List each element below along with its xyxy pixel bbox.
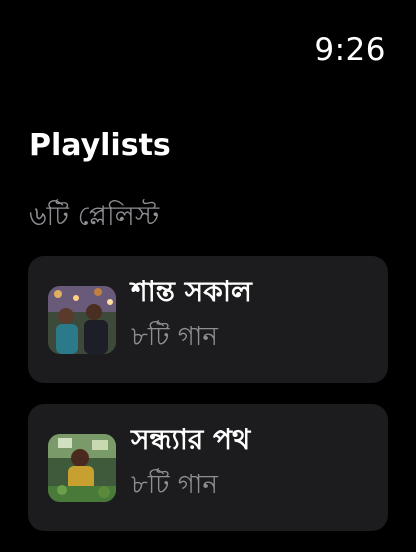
playlist-item[interactable]: শান্ত সকাল ৮টি গান bbox=[28, 256, 388, 383]
playlist-song-count: ৮টি গান bbox=[131, 321, 218, 352]
playlist-artwork bbox=[48, 285, 116, 354]
playlist-song-count: ৮টি গান bbox=[131, 469, 218, 500]
playlist-list: শান্ত সকাল ৮টি গান সন্ধ্যার পথ ৮টি গান bbox=[28, 256, 388, 552]
playlist-artwork bbox=[48, 433, 116, 502]
playlist-title: সন্ধ্যার পথ bbox=[131, 422, 251, 456]
playlist-item[interactable]: সন্ধ্যার পথ ৮টি গান bbox=[28, 404, 388, 531]
status-time: 9:26 bbox=[314, 32, 386, 68]
page-title: Playlists bbox=[29, 128, 171, 163]
playlist-title: শান্ত সকাল bbox=[131, 274, 252, 308]
playlist-count: ৬টি প্লেলিস্ট bbox=[29, 201, 160, 232]
